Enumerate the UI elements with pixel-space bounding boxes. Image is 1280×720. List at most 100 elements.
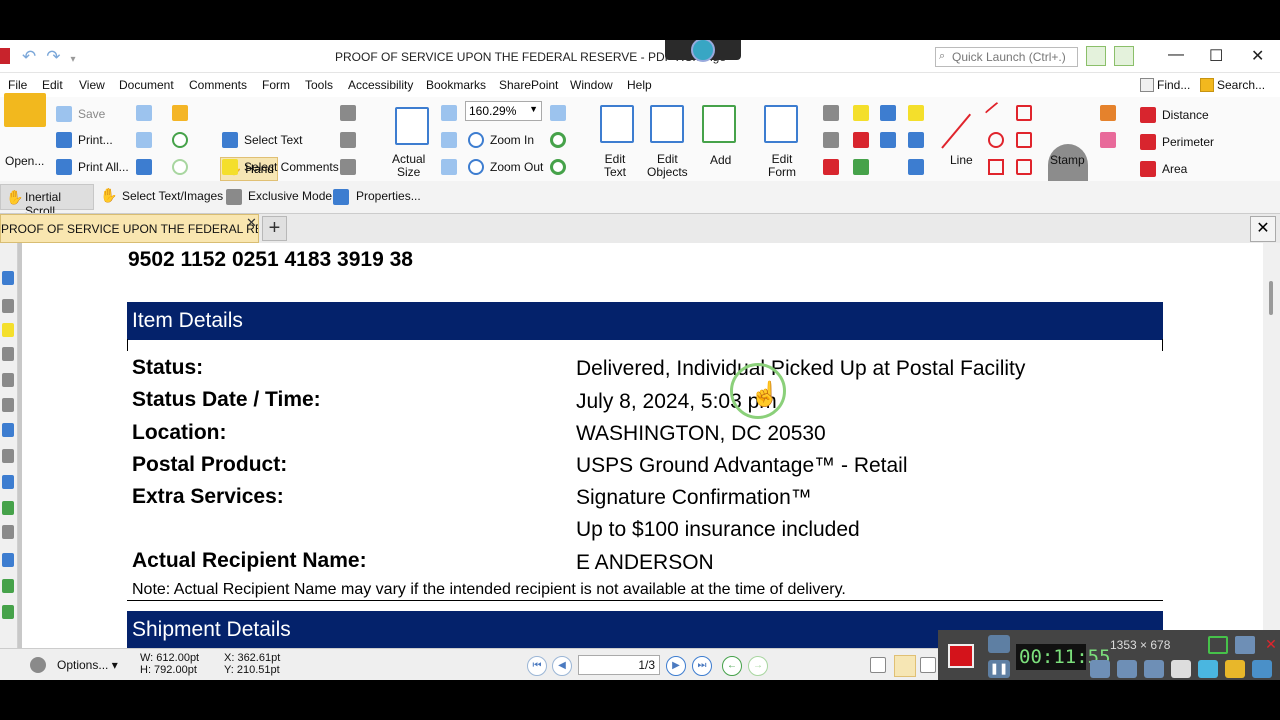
- fit-width-icon[interactable]: [441, 132, 463, 148]
- search-button[interactable]: Search...: [1200, 78, 1265, 92]
- zoom-level-select[interactable]: 160.29% ▼: [465, 101, 542, 121]
- webcam-icon[interactable]: [1144, 660, 1164, 678]
- clipboard-icon[interactable]: [340, 132, 362, 148]
- ui-options-icon[interactable]: [1086, 46, 1106, 66]
- email-icon[interactable]: [136, 132, 158, 148]
- pen-icon[interactable]: [1198, 660, 1218, 678]
- zoom-out-button[interactable]: Zoom Out: [468, 159, 543, 175]
- comments-icon[interactable]: [2, 323, 14, 337]
- camera-icon[interactable]: [988, 635, 1010, 653]
- area-button[interactable]: Area: [1140, 161, 1187, 177]
- microphone-record-icon[interactable]: [1117, 660, 1137, 678]
- scan-icon[interactable]: [136, 159, 158, 175]
- callout-icon[interactable]: [823, 159, 845, 175]
- quick-launch-input[interactable]: ⌕ Quick Launch (Ctrl+.): [935, 47, 1078, 67]
- search-panel-icon[interactable]: [2, 449, 14, 463]
- typewriter-icon[interactable]: [823, 132, 845, 148]
- redo-icon[interactable]: ↷: [46, 47, 60, 67]
- replace-text-icon[interactable]: [880, 105, 902, 121]
- polygon-tool-icon[interactable]: [1016, 105, 1038, 121]
- menu-form[interactable]: Form: [262, 78, 290, 92]
- attachments-icon[interactable]: [2, 347, 14, 361]
- actual-size-button[interactable]: Actual Size: [392, 153, 425, 179]
- continuous-view-icon[interactable]: [894, 655, 916, 677]
- text-box-icon[interactable]: [823, 105, 845, 121]
- folder-icon[interactable]: [1225, 660, 1245, 678]
- zoom-in-button[interactable]: Zoom In: [468, 132, 534, 148]
- region-icon[interactable]: [1208, 636, 1228, 654]
- edit-form-button[interactable]: Edit Form: [768, 153, 796, 179]
- stamp-button[interactable]: Stamp: [1050, 153, 1085, 167]
- sticky-note-icon[interactable]: [908, 105, 930, 121]
- arrow-tool-icon[interactable]: [984, 101, 1010, 125]
- underline-icon[interactable]: [853, 159, 875, 175]
- edit-text-button[interactable]: Edit Text: [604, 153, 626, 179]
- first-page-button[interactable]: ⏮: [527, 656, 547, 676]
- edit-objects-button[interactable]: Edit Objects: [647, 153, 688, 179]
- single-page-view-icon[interactable]: [870, 657, 892, 673]
- qat-dropdown-icon[interactable]: ▾: [71, 54, 76, 65]
- articles-icon[interactable]: [2, 605, 14, 619]
- fit-visible-icon[interactable]: [441, 159, 463, 175]
- pencil-icon[interactable]: [1100, 105, 1122, 121]
- rotate-right-icon[interactable]: [550, 159, 572, 175]
- new-tab-button[interactable]: +: [262, 216, 287, 241]
- tab-proof-of-service[interactable]: PROOF OF SERVICE UPON THE FEDERAL RESERV…: [0, 214, 259, 243]
- content-icon[interactable]: [2, 553, 14, 567]
- open-label[interactable]: Open...: [5, 154, 44, 168]
- print-button[interactable]: Print...: [56, 132, 113, 148]
- next-page-button[interactable]: ▶: [666, 656, 686, 676]
- print-all-button[interactable]: Print All...: [56, 159, 129, 175]
- document-view[interactable]: 9502 1152 0251 4183 3919 38 Item Details…: [18, 243, 1263, 648]
- sound-icon[interactable]: [908, 159, 930, 175]
- links-icon[interactable]: [2, 525, 14, 539]
- fields-icon[interactable]: [2, 398, 14, 412]
- microphone-icon[interactable]: [691, 40, 715, 62]
- actual-size-icon[interactable]: [395, 107, 429, 145]
- highlight-text-icon[interactable]: [853, 105, 875, 121]
- pause-button[interactable]: ❚❚: [988, 660, 1010, 678]
- scrollbar-thumb[interactable]: [1269, 281, 1273, 315]
- voice-input-widget[interactable]: [665, 40, 741, 62]
- minimize-button[interactable]: —: [1168, 46, 1184, 64]
- layers-icon[interactable]: [2, 373, 14, 387]
- line-tool-button[interactable]: Line: [950, 153, 973, 167]
- close-tab-icon[interactable]: ✕: [246, 215, 257, 231]
- edit-form-icon[interactable]: [764, 105, 798, 143]
- edit-objects-icon[interactable]: [650, 105, 684, 143]
- export-icon[interactable]: [136, 105, 158, 121]
- menu-window[interactable]: Window: [570, 78, 613, 92]
- menu-bookmarks[interactable]: Bookmarks: [426, 78, 486, 92]
- page-icon[interactable]: [340, 159, 362, 175]
- select-text-button[interactable]: Select Text: [222, 132, 302, 148]
- find-button[interactable]: Find...: [1140, 78, 1190, 92]
- cursor-icon[interactable]: [1171, 660, 1191, 678]
- menu-help[interactable]: Help: [627, 78, 652, 92]
- rectangle-tool-icon[interactable]: [988, 159, 1010, 175]
- menu-tools[interactable]: Tools: [305, 78, 333, 92]
- close-window-button[interactable]: ✕: [1251, 46, 1264, 66]
- cloud-tool-icon[interactable]: [1016, 159, 1038, 175]
- previous-view-button[interactable]: ←: [722, 656, 742, 676]
- gear-icon[interactable]: [30, 657, 52, 673]
- menu-edit[interactable]: Edit: [42, 78, 63, 92]
- eraser-icon[interactable]: [1100, 132, 1122, 148]
- edit-text-icon[interactable]: [600, 105, 634, 143]
- add-image-icon[interactable]: [702, 105, 736, 143]
- insert-text-icon[interactable]: [880, 132, 902, 148]
- menu-document[interactable]: Document: [119, 78, 174, 92]
- undo-icon[interactable]: ↶: [22, 47, 36, 67]
- zoom-tool-icon[interactable]: [550, 105, 572, 121]
- last-page-button[interactable]: ⏭: [692, 656, 712, 676]
- new-document-icon[interactable]: [172, 105, 194, 121]
- minimize-recorder-icon[interactable]: [1235, 636, 1255, 654]
- tags-icon[interactable]: [2, 475, 14, 489]
- structure-icon[interactable]: [2, 423, 14, 437]
- select-comments-button[interactable]: Select Comments: [222, 159, 339, 175]
- speaker-icon[interactable]: [1090, 660, 1110, 678]
- exclusive-mode-button[interactable]: Exclusive Mode: [248, 189, 332, 203]
- signatures-icon[interactable]: [2, 579, 14, 593]
- maximize-button[interactable]: ☐: [1209, 46, 1223, 66]
- add-button[interactable]: Add: [710, 153, 731, 167]
- back-icon[interactable]: [172, 132, 194, 148]
